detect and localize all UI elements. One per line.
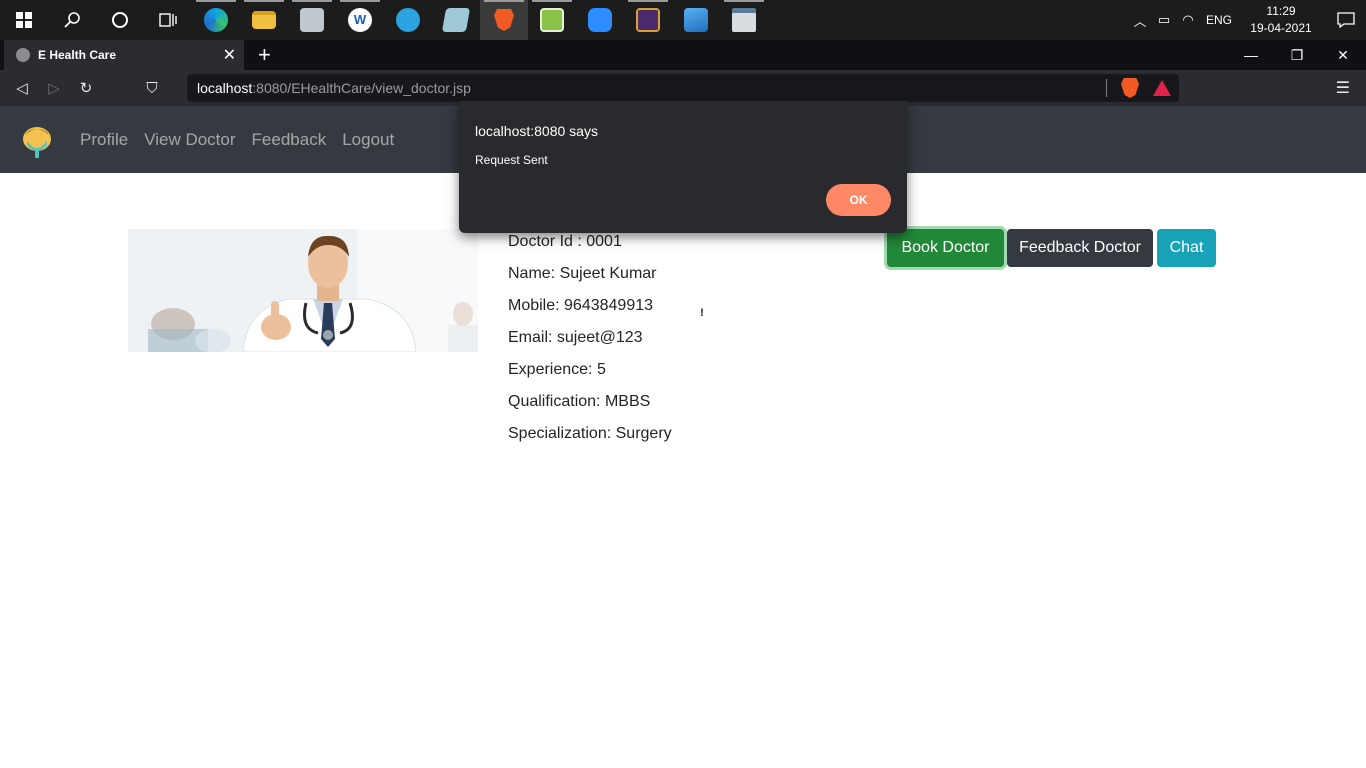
search-icon [64, 12, 80, 28]
taskbar-app-file-explorer[interactable] [240, 0, 288, 40]
task-view-button[interactable] [144, 0, 192, 40]
address-bar[interactable]: ! localhost :8080/EHealthCare/view_docto… [187, 74, 1179, 320]
doctor-specialization: Specialization: Surgery [508, 425, 672, 442]
back-button[interactable]: ◁ [6, 79, 38, 97]
clock-date: 19-04-2021 [1250, 21, 1312, 35]
taskbar-app-telegram[interactable] [384, 0, 432, 40]
doctor-id: Doctor Id : 0001 [508, 233, 622, 250]
doctor-name: Name: Sujeet Kumar [508, 265, 657, 282]
alert-dialog: localhost:8080 says Request Sent OK [459, 101, 907, 233]
browser-menu-button[interactable]: ☰ [1336, 78, 1350, 98]
chat-button[interactable]: Chat [1157, 229, 1216, 267]
zoom-icon [588, 8, 612, 32]
w-app-icon: W [348, 8, 372, 32]
notification-center-button[interactable] [1326, 0, 1366, 40]
notes-app-icon [441, 8, 471, 32]
bookmark-icon[interactable]: ⛉ [136, 80, 168, 97]
doctor-photo [128, 229, 478, 352]
window-app-icon [732, 8, 756, 32]
wifi-icon[interactable]: ◠ [1176, 12, 1200, 28]
url-host: localhost [197, 80, 253, 96]
doctor-experience: Experience: 5 [508, 361, 606, 378]
taskbar-app-w[interactable]: W [336, 0, 384, 40]
site-info-icon[interactable]: ! [695, 306, 709, 320]
notification-icon [1337, 12, 1355, 28]
clock[interactable]: 11:29 19-04-2021 [1244, 3, 1318, 37]
window-controls: — ❐ ✕ [1228, 40, 1366, 70]
clock-time: 11:29 [1266, 4, 1296, 18]
forward-button[interactable]: ▷ [38, 79, 70, 97]
close-window-button[interactable]: ✕ [1320, 40, 1366, 70]
folder-icon [252, 11, 276, 29]
game-app-icon [636, 8, 660, 32]
taskbar-app-monitor[interactable] [288, 0, 336, 40]
photos-icon [684, 8, 708, 32]
windows-start-button[interactable] [0, 0, 48, 40]
brave-shields-icon[interactable] [1121, 78, 1139, 98]
windows-taskbar: W ︿ ▭ ◠ ENG 11:29 19-04-2021 [0, 0, 1366, 40]
taskbar-app-game[interactable] [624, 0, 672, 40]
doctor-email: Email: sujeet@123 [508, 329, 643, 346]
nav-view-doctor[interactable]: View Doctor [144, 130, 235, 150]
url-path: :8080/EHealthCare/view_doctor.jsp [252, 80, 471, 96]
cortana-circle-icon [112, 12, 128, 28]
brave-icon [494, 9, 514, 31]
taskbar-app-window[interactable] [720, 0, 768, 40]
dialog-ok-button[interactable]: OK [826, 184, 891, 216]
minimize-button[interactable]: — [1228, 40, 1274, 70]
system-tray: ︿ ▭ ◠ ENG 11:29 19-04-2021 [1128, 0, 1366, 40]
restore-button[interactable]: ❐ [1274, 40, 1320, 70]
brave-rewards-icon[interactable] [1153, 80, 1171, 96]
taskbar-app-brave[interactable] [480, 0, 528, 40]
browser-tab[interactable]: E Health Care ✕ [4, 40, 244, 70]
doctor-illustration [128, 229, 478, 352]
task-view-icon [159, 13, 177, 27]
divider [1106, 79, 1107, 97]
battery-icon[interactable]: ▭ [1152, 12, 1176, 28]
close-tab-icon[interactable]: ✕ [223, 45, 236, 65]
taskbar-app-zoom[interactable] [576, 0, 624, 40]
nav-logout[interactable]: Logout [342, 130, 394, 150]
new-tab-button[interactable]: + [258, 40, 271, 70]
chevron-up-icon[interactable]: ︿ [1128, 11, 1152, 30]
dialog-title: localhost:8080 says [475, 123, 598, 139]
nav-feedback[interactable]: Feedback [252, 130, 327, 150]
address-bar-actions [1106, 78, 1171, 98]
monitor-app-icon [300, 8, 324, 32]
dialog-message: Request Sent [475, 153, 548, 167]
cortana-button[interactable] [96, 0, 144, 40]
telegram-icon [396, 8, 420, 32]
health-logo-icon[interactable] [20, 121, 54, 159]
doctor-mobile: Mobile: 9643849913 [508, 297, 654, 314]
feedback-doctor-button[interactable]: Feedback Doctor [1007, 229, 1153, 267]
doctor-qualification: Qualification: MBBS [508, 393, 651, 410]
windows-logo-icon [16, 12, 32, 28]
notepad-plus-icon [540, 8, 564, 32]
nav-profile[interactable]: Profile [80, 130, 128, 150]
taskbar-app-photos[interactable] [672, 0, 720, 40]
browser-tab-strip: E Health Care ✕ + — ❐ ✕ [0, 40, 1366, 70]
taskbar-app-edge[interactable] [192, 0, 240, 40]
taskbar-search-button[interactable] [48, 0, 96, 40]
reload-button[interactable]: ↻ [70, 79, 102, 97]
globe-icon [16, 48, 30, 62]
taskbar-app-notes[interactable] [432, 0, 480, 40]
edge-icon [204, 8, 228, 32]
taskbar-app-editor[interactable] [528, 0, 576, 40]
tab-title: E Health Care [38, 48, 117, 62]
book-doctor-button[interactable]: Book Doctor [887, 229, 1004, 267]
doctor-details: Doctor Id : 0001 Name: Sujeet Kumar Mobi… [508, 232, 672, 456]
language-indicator[interactable]: ENG [1206, 13, 1232, 27]
